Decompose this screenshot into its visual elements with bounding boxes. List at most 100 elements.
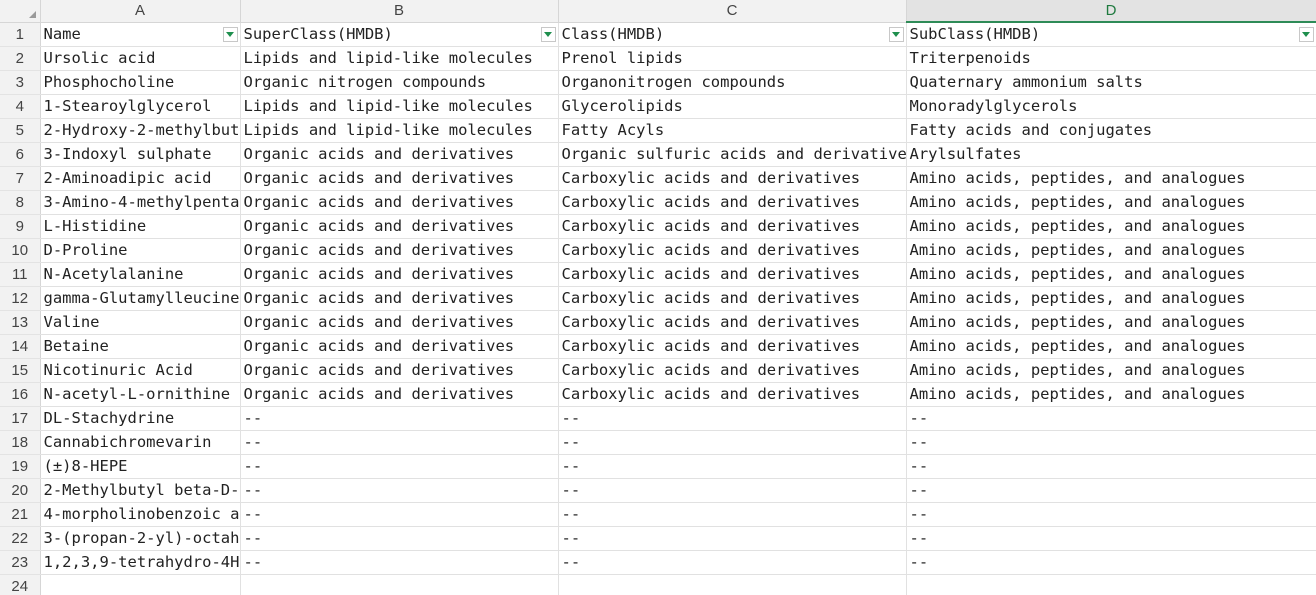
row-header[interactable]: 14 <box>0 334 41 359</box>
filter-dropdown-button[interactable] <box>540 26 556 42</box>
row-header[interactable]: 4 <box>0 94 41 119</box>
cell-class[interactable]: Fatty Acyls <box>558 118 907 143</box>
cell-subclass[interactable]: -- <box>906 478 1316 503</box>
cell-class[interactable]: Carboxylic acids and derivatives <box>558 214 907 239</box>
cell-superclass[interactable]: Organic acids and derivatives <box>240 166 559 191</box>
select-all-corner[interactable] <box>0 0 41 23</box>
row-header[interactable]: 21 <box>0 502 41 527</box>
cell-subclass[interactable]: -- <box>906 406 1316 431</box>
cell-name[interactable]: (±)8-HEPE <box>40 454 241 479</box>
cell-class[interactable]: -- <box>558 478 907 503</box>
row-header[interactable]: 18 <box>0 430 41 455</box>
row-header[interactable]: 15 <box>0 358 41 383</box>
cell-class[interactable]: -- <box>558 406 907 431</box>
cell-subclass[interactable]: Amino acids, peptides, and analogues <box>906 310 1316 335</box>
cell-class[interactable]: Carboxylic acids and derivatives <box>558 334 907 359</box>
column-header-b[interactable]: B <box>240 0 559 23</box>
cell-name[interactable] <box>40 574 241 595</box>
row-header[interactable]: 2 <box>0 46 41 71</box>
cell-superclass[interactable]: Organic acids and derivatives <box>240 334 559 359</box>
column-header-c[interactable]: C <box>558 0 907 23</box>
header-cell-class[interactable]: Class(HMDB) <box>558 22 907 47</box>
row-header[interactable]: 11 <box>0 262 41 287</box>
cell-superclass[interactable]: -- <box>240 454 559 479</box>
row-header[interactable]: 8 <box>0 190 41 215</box>
cell-superclass[interactable]: -- <box>240 430 559 455</box>
row-header[interactable]: 24 <box>0 574 41 595</box>
cell-class[interactable]: Carboxylic acids and derivatives <box>558 286 907 311</box>
cell-subclass[interactable]: Amino acids, peptides, and analogues <box>906 262 1316 287</box>
cell-class[interactable] <box>558 574 907 595</box>
cell-name[interactable]: 3-Indoxyl sulphate <box>40 142 241 167</box>
row-header[interactable]: 3 <box>0 70 41 95</box>
cell-superclass[interactable]: Organic acids and derivatives <box>240 286 559 311</box>
cell-subclass[interactable]: Quaternary ammonium salts <box>906 70 1316 95</box>
row-header[interactable]: 22 <box>0 526 41 551</box>
cell-class[interactable]: Carboxylic acids and derivatives <box>558 358 907 383</box>
cell-name[interactable]: 1,2,3,9-tetrahydro-4H- <box>40 550 241 575</box>
cell-subclass[interactable]: -- <box>906 502 1316 527</box>
cell-subclass[interactable]: Amino acids, peptides, and analogues <box>906 382 1316 407</box>
cell-class[interactable]: Carboxylic acids and derivatives <box>558 238 907 263</box>
cell-superclass[interactable] <box>240 574 559 595</box>
cell-class[interactable]: -- <box>558 526 907 551</box>
cell-superclass[interactable]: Organic acids and derivatives <box>240 310 559 335</box>
cell-name[interactable]: Nicotinuric Acid <box>40 358 241 383</box>
cell-subclass[interactable]: Amino acids, peptides, and analogues <box>906 238 1316 263</box>
filter-dropdown-button[interactable] <box>222 26 238 42</box>
row-header[interactable]: 17 <box>0 406 41 431</box>
row-header[interactable]: 19 <box>0 454 41 479</box>
row-header[interactable]: 13 <box>0 310 41 335</box>
cell-superclass[interactable]: Organic acids and derivatives <box>240 262 559 287</box>
cell-name[interactable]: L-Histidine <box>40 214 241 239</box>
cell-class[interactable]: Carboxylic acids and derivatives <box>558 190 907 215</box>
cell-superclass[interactable]: -- <box>240 502 559 527</box>
cell-class[interactable]: Carboxylic acids and derivatives <box>558 166 907 191</box>
cell-subclass[interactable]: Amino acids, peptides, and analogues <box>906 286 1316 311</box>
row-header[interactable]: 5 <box>0 118 41 143</box>
cell-subclass[interactable]: -- <box>906 526 1316 551</box>
cell-subclass[interactable]: Amino acids, peptides, and analogues <box>906 214 1316 239</box>
column-header-a[interactable]: A <box>40 0 241 23</box>
header-cell-name[interactable]: Name <box>40 22 241 47</box>
cell-superclass[interactable]: Organic acids and derivatives <box>240 190 559 215</box>
cell-name[interactable]: 2-Methylbutyl beta-D-g <box>40 478 241 503</box>
cell-name[interactable]: D-Proline <box>40 238 241 263</box>
cell-class[interactable]: Organic sulfuric acids and derivatives <box>558 142 907 167</box>
cell-class[interactable]: Carboxylic acids and derivatives <box>558 310 907 335</box>
cell-superclass[interactable]: Organic acids and derivatives <box>240 142 559 167</box>
cell-superclass[interactable]: Organic acids and derivatives <box>240 382 559 407</box>
cell-superclass[interactable]: Lipids and lipid-like molecules <box>240 94 559 119</box>
cell-subclass[interactable]: Arylsulfates <box>906 142 1316 167</box>
row-header[interactable]: 16 <box>0 382 41 407</box>
cell-class[interactable]: Carboxylic acids and derivatives <box>558 382 907 407</box>
cell-name[interactable]: 2-Aminoadipic acid <box>40 166 241 191</box>
cell-name[interactable]: gamma-Glutamylleucine <box>40 286 241 311</box>
cell-superclass[interactable]: -- <box>240 526 559 551</box>
cell-name[interactable]: N-Acetylalanine <box>40 262 241 287</box>
cell-name[interactable]: 1-Stearoylglycerol <box>40 94 241 119</box>
row-header[interactable]: 10 <box>0 238 41 263</box>
column-header-d[interactable]: D <box>906 0 1316 23</box>
cell-superclass[interactable]: -- <box>240 478 559 503</box>
cell-class[interactable]: Carboxylic acids and derivatives <box>558 262 907 287</box>
cell-name[interactable]: 3-Amino-4-methylpentan <box>40 190 241 215</box>
row-header[interactable]: 7 <box>0 166 41 191</box>
cell-name[interactable]: Phosphocholine <box>40 70 241 95</box>
cell-name[interactable]: 3-(propan-2-yl)-octahy <box>40 526 241 551</box>
cell-name[interactable]: Cannabichromevarin <box>40 430 241 455</box>
cell-name[interactable]: Ursolic acid <box>40 46 241 71</box>
cell-subclass[interactable]: Fatty acids and conjugates <box>906 118 1316 143</box>
cell-subclass[interactable]: -- <box>906 454 1316 479</box>
row-header[interactable]: 23 <box>0 550 41 575</box>
cell-superclass[interactable]: -- <box>240 406 559 431</box>
cell-subclass[interactable]: Amino acids, peptides, and analogues <box>906 334 1316 359</box>
row-header[interactable]: 20 <box>0 478 41 503</box>
filter-dropdown-button[interactable] <box>888 26 904 42</box>
cell-class[interactable]: Glycerolipids <box>558 94 907 119</box>
header-cell-subclass[interactable]: SubClass(HMDB) <box>906 22 1316 47</box>
row-header[interactable]: 12 <box>0 286 41 311</box>
cell-superclass[interactable]: Lipids and lipid-like molecules <box>240 46 559 71</box>
cell-subclass[interactable]: Amino acids, peptides, and analogues <box>906 190 1316 215</box>
cell-name[interactable]: 2-Hydroxy-2-methylbuta <box>40 118 241 143</box>
